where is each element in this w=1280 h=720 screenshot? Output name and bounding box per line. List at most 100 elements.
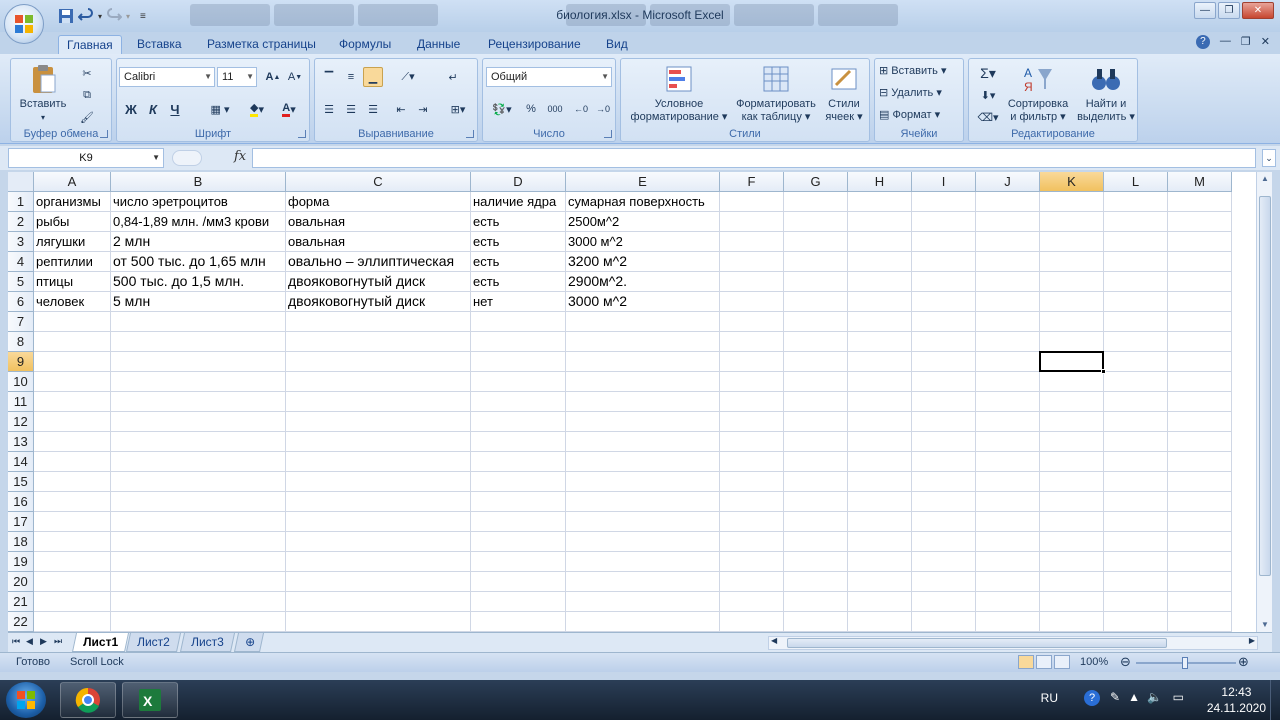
show-hidden-icons-icon[interactable]: ▲ (1128, 690, 1140, 704)
increase-indent-icon[interactable]: ⇥ (413, 99, 433, 119)
scroll-up-icon[interactable]: ▲ (1258, 172, 1272, 186)
cell-a12[interactable] (34, 412, 111, 432)
clear-icon[interactable]: ⌫▾ (973, 107, 1003, 127)
clipboard-launcher-icon[interactable] (100, 130, 108, 138)
column-header-a[interactable]: A (34, 172, 111, 192)
cell-m5[interactable] (1168, 272, 1232, 292)
cell-j22[interactable] (976, 612, 1040, 632)
column-header-c[interactable]: C (286, 172, 471, 192)
cell-e14[interactable] (566, 452, 720, 472)
font-name-combo[interactable]: Calibri ▼ (119, 67, 215, 87)
column-header-b[interactable]: B (111, 172, 286, 192)
cell-f17[interactable] (720, 512, 784, 532)
cell-g5[interactable] (784, 272, 848, 292)
thousands-button[interactable]: 000 (545, 99, 565, 119)
cell-j17[interactable] (976, 512, 1040, 532)
cell-d9[interactable] (471, 352, 566, 372)
cell-a13[interactable] (34, 432, 111, 452)
number-launcher-icon[interactable] (604, 130, 612, 138)
cell-l16[interactable] (1104, 492, 1168, 512)
cell-j6[interactable] (976, 292, 1040, 312)
cell-l10[interactable] (1104, 372, 1168, 392)
office-button[interactable] (4, 4, 44, 44)
cell-g11[interactable] (784, 392, 848, 412)
cell-j8[interactable] (976, 332, 1040, 352)
cell-i19[interactable] (912, 552, 976, 572)
cell-a22[interactable] (34, 612, 111, 632)
cell-d13[interactable] (471, 432, 566, 452)
cell-f15[interactable] (720, 472, 784, 492)
cell-m10[interactable] (1168, 372, 1232, 392)
cell-i20[interactable] (912, 572, 976, 592)
cell-i1[interactable] (912, 192, 976, 212)
format-cells-button[interactable]: ▤ Формат ▾ (879, 109, 940, 122)
align-top-icon[interactable]: ▔ (319, 67, 339, 87)
column-header-g[interactable]: G (784, 172, 848, 192)
autosum-button[interactable]: Σ ▾ (973, 63, 1003, 83)
cell-h1[interactable] (848, 192, 912, 212)
cell-h12[interactable] (848, 412, 912, 432)
taskbar-excel[interactable]: X (122, 682, 178, 718)
cell-i14[interactable] (912, 452, 976, 472)
help-icon[interactable]: ? (1084, 690, 1100, 706)
cell-k2[interactable] (1040, 212, 1104, 232)
cell-k5[interactable] (1040, 272, 1104, 292)
cell-m17[interactable] (1168, 512, 1232, 532)
cell-c19[interactable] (286, 552, 471, 572)
cell-k10[interactable] (1040, 372, 1104, 392)
sheet-tab-1[interactable]: Лист1 (71, 633, 130, 652)
cell-i12[interactable] (912, 412, 976, 432)
cell-g6[interactable] (784, 292, 848, 312)
column-header-k[interactable]: K (1040, 172, 1104, 192)
cell-f20[interactable] (720, 572, 784, 592)
align-center-icon[interactable]: ☰ (341, 99, 361, 119)
cell-j5[interactable] (976, 272, 1040, 292)
cell-l11[interactable] (1104, 392, 1168, 412)
cell-j7[interactable] (976, 312, 1040, 332)
cell-h10[interactable] (848, 372, 912, 392)
cell-g10[interactable] (784, 372, 848, 392)
cell-l6[interactable] (1104, 292, 1168, 312)
cell-h20[interactable] (848, 572, 912, 592)
row-header-10[interactable]: 10 (8, 372, 34, 392)
cell-m16[interactable] (1168, 492, 1232, 512)
cell-f2[interactable] (720, 212, 784, 232)
cell-i3[interactable] (912, 232, 976, 252)
cell-j16[interactable] (976, 492, 1040, 512)
vertical-scroll-thumb[interactable] (1259, 196, 1271, 576)
tab-home[interactable]: Главная (58, 35, 122, 55)
font-launcher-icon[interactable] (298, 130, 306, 138)
cell-m20[interactable] (1168, 572, 1232, 592)
cell-b8[interactable] (111, 332, 286, 352)
row-header-5[interactable]: 5 (8, 272, 34, 292)
cell-k22[interactable] (1040, 612, 1104, 632)
cell-c1[interactable]: форма (286, 192, 471, 212)
cell-b11[interactable] (111, 392, 286, 412)
row-header-3[interactable]: 3 (8, 232, 34, 252)
horizontal-scrollbar[interactable]: ◀ ▶ (768, 636, 1258, 650)
cell-f3[interactable] (720, 232, 784, 252)
alignment-launcher-icon[interactable] (466, 130, 474, 138)
cell-d5[interactable]: есть (471, 272, 566, 292)
insert-function-icon[interactable]: fx (234, 149, 246, 164)
cell-j21[interactable] (976, 592, 1040, 612)
cell-d12[interactable] (471, 412, 566, 432)
cell-j15[interactable] (976, 472, 1040, 492)
cell-e16[interactable] (566, 492, 720, 512)
cell-g3[interactable] (784, 232, 848, 252)
cell-f11[interactable] (720, 392, 784, 412)
cell-g21[interactable] (784, 592, 848, 612)
sheet-tab-2[interactable]: Лист2 (125, 633, 181, 652)
cell-a16[interactable] (34, 492, 111, 512)
column-header-e[interactable]: E (566, 172, 720, 192)
cell-m1[interactable] (1168, 192, 1232, 212)
select-all-corner[interactable] (8, 172, 34, 192)
cell-f13[interactable] (720, 432, 784, 452)
cell-c17[interactable] (286, 512, 471, 532)
row-header-2[interactable]: 2 (8, 212, 34, 232)
taskbar-chrome[interactable] (60, 682, 116, 718)
cell-f22[interactable] (720, 612, 784, 632)
cell-h5[interactable] (848, 272, 912, 292)
cell-g14[interactable] (784, 452, 848, 472)
cell-f19[interactable] (720, 552, 784, 572)
